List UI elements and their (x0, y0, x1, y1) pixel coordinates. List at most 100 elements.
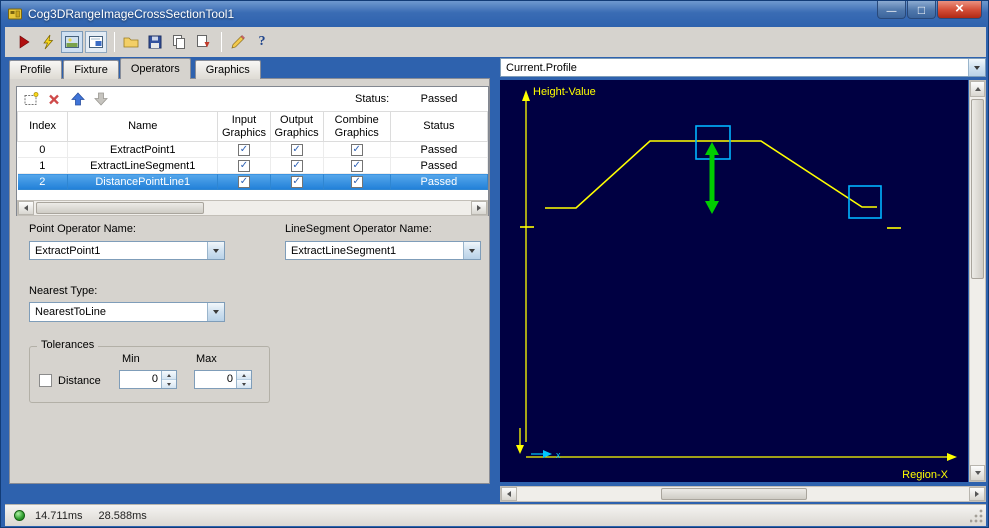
chevron-down-icon[interactable] (463, 242, 480, 259)
resize-grip[interactable] (970, 508, 984, 523)
move-up-button[interactable] (68, 89, 88, 109)
cell-index[interactable]: 0 (17, 141, 69, 158)
grid-horizontal-scrollbar[interactable] (17, 200, 488, 216)
cell-input-graphics[interactable]: ✓ (217, 141, 271, 158)
tab-graphics[interactable]: Graphics (194, 60, 261, 79)
graphics-checkbox[interactable]: ✓ (237, 144, 250, 156)
nearest-type-combo[interactable]: NearestToLine (29, 302, 225, 322)
cell-status[interactable]: Passed (390, 141, 489, 158)
table-row[interactable]: 1 ExtractLineSegment1 ✓ ✓ ✓ Passed (17, 157, 489, 174)
tab-operators[interactable]: Operators (119, 58, 191, 79)
table-column-header[interactable]: Status (389, 111, 489, 142)
nearest-type-value: NearestToLine (35, 306, 106, 318)
cell-status[interactable]: Passed (390, 173, 489, 190)
status-led-icon (14, 510, 25, 521)
cell-output-graphics[interactable]: ✓ (270, 173, 324, 190)
scroll-thumb[interactable] (36, 202, 204, 214)
spin-up-button[interactable] (162, 371, 176, 380)
graphics-checkbox[interactable]: ✓ (237, 160, 250, 172)
point-operator-combo[interactable]: ExtractPoint1 (29, 241, 225, 260)
cell-output-graphics[interactable]: ✓ (270, 157, 324, 174)
nearest-type-label: Nearest Type: (29, 285, 98, 297)
help-button[interactable]: ? (251, 31, 273, 53)
close-button[interactable] (937, 1, 982, 19)
cell-name[interactable]: DistancePointLine1 (67, 173, 219, 190)
window-title: Cog3DRangeImageCrossSectionTool1 (28, 7, 235, 21)
profile-chart-view[interactable]: Height-Value Region-X x (500, 80, 968, 482)
chart-horizontal-scrollbar[interactable] (500, 486, 986, 502)
scroll-thumb[interactable] (971, 99, 984, 279)
show-graphics-toggle-button[interactable] (85, 31, 107, 53)
open-button[interactable] (120, 31, 142, 53)
cell-name[interactable]: ExtractLineSegment1 (67, 157, 219, 174)
table-column-header[interactable]: Name (67, 111, 219, 142)
triangle-up-icon (167, 373, 171, 377)
cell-input-graphics[interactable]: ✓ (217, 157, 271, 174)
paste-results-button[interactable] (192, 31, 214, 53)
graphics-checkbox[interactable]: ✓ (350, 144, 363, 156)
tab-profile[interactable]: Profile (9, 60, 63, 79)
minimize-button[interactable] (877, 1, 906, 19)
table-column-header[interactable]: Index (16, 111, 69, 142)
chevron-down-icon[interactable] (968, 59, 985, 76)
titlebar[interactable]: Cog3DRangeImageCrossSectionTool1 (1, 1, 988, 27)
distance-min-spinner[interactable]: 0 (119, 370, 177, 389)
scroll-thumb[interactable] (661, 488, 807, 500)
graphics-checkbox[interactable]: ✓ (237, 176, 250, 188)
scroll-left-button[interactable] (501, 487, 517, 501)
linesegment-operator-combo[interactable]: ExtractLineSegment1 (285, 241, 481, 260)
copy-results-button[interactable] (168, 31, 190, 53)
cell-input-graphics[interactable]: ✓ (217, 173, 271, 190)
chevron-down-icon[interactable] (207, 303, 224, 321)
main-toolbar: ? (5, 27, 986, 57)
electric-run-button[interactable] (37, 31, 59, 53)
table-row[interactable]: 0 ExtractPoint1 ✓ ✓ ✓ Passed (17, 141, 489, 158)
triangle-right-icon (975, 491, 979, 497)
maximize-button[interactable] (907, 1, 936, 19)
run-button[interactable] (13, 31, 35, 53)
triangle-up-icon (974, 87, 981, 91)
graphics-checkbox[interactable]: ✓ (290, 160, 303, 172)
scroll-down-button[interactable] (970, 465, 985, 481)
cell-combine-graphics[interactable]: ✓ (323, 173, 391, 190)
cell-combine-graphics[interactable]: ✓ (323, 141, 391, 158)
cell-output-graphics[interactable]: ✓ (270, 141, 324, 158)
profile-display-combo[interactable]: Current.Profile (500, 58, 986, 77)
chart-vertical-scrollbar[interactable] (969, 80, 986, 482)
triangle-left-icon (24, 205, 28, 211)
scroll-right-button[interactable] (471, 201, 487, 215)
tab-fixture[interactable]: Fixture (63, 60, 119, 79)
delete-operator-button[interactable] (44, 89, 64, 109)
cell-status[interactable]: Passed (390, 157, 489, 174)
spin-up-button[interactable] (237, 371, 251, 380)
paste-icon (197, 35, 210, 48)
table-header-row: Index Name Input Graphics Output Graphics Co… (16, 111, 489, 142)
add-operator-button[interactable] (21, 89, 41, 109)
graphics-checkbox[interactable]: ✓ (350, 160, 363, 172)
cell-name[interactable]: ExtractPoint1 (67, 141, 219, 158)
cell-index[interactable]: 2 (17, 173, 69, 190)
distance-max-spinner[interactable]: 0 (194, 370, 252, 389)
edit-pen-button[interactable] (227, 31, 249, 53)
graphics-checkbox[interactable]: ✓ (290, 144, 303, 156)
table-column-header[interactable]: Combine Graphics (322, 111, 391, 142)
table-column-header[interactable]: Input Graphics (217, 111, 271, 142)
cell-combine-graphics[interactable]: ✓ (323, 157, 391, 174)
save-button[interactable] (144, 31, 166, 53)
spin-down-button[interactable] (237, 380, 251, 388)
profile-chart-svg: Height-Value Region-X x (516, 86, 957, 481)
scroll-left-button[interactable] (18, 201, 34, 215)
distance-checkbox[interactable] (39, 374, 52, 387)
scroll-right-button[interactable] (969, 487, 985, 501)
table-column-header[interactable]: Output Graphics (269, 111, 324, 142)
spin-down-button[interactable] (162, 380, 176, 388)
scroll-up-button[interactable] (970, 81, 985, 97)
show-image-toggle-button[interactable] (61, 31, 83, 53)
chevron-down-icon[interactable] (207, 242, 224, 259)
operators-grid: Status: Passed Index Name Input Graphics Ou… (16, 86, 489, 216)
graphics-checkbox[interactable]: ✓ (290, 176, 303, 188)
cell-index[interactable]: 1 (17, 157, 69, 174)
move-down-button[interactable] (91, 89, 111, 109)
graphics-checkbox[interactable]: ✓ (350, 176, 363, 188)
table-row[interactable]: 2 DistancePointLine1 ✓ ✓ ✓ Passed (17, 173, 489, 190)
